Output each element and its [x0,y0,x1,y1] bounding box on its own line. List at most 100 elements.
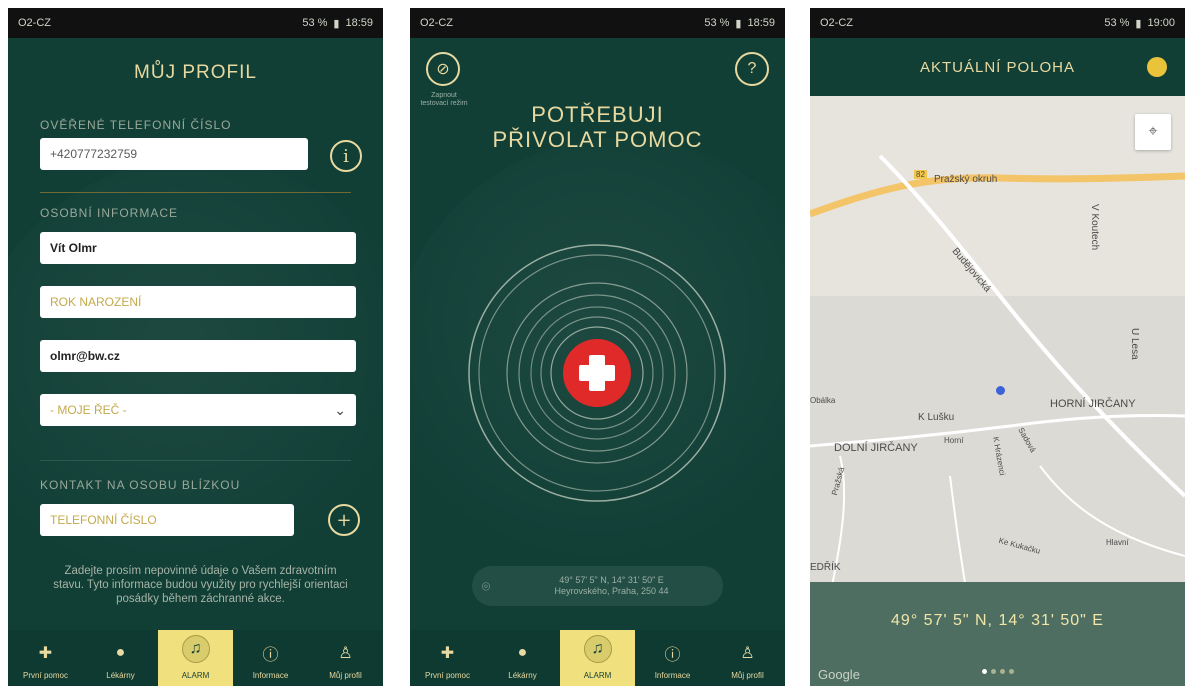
nav-label: Lékárny [106,671,135,680]
battery-percent: 53 % [1104,17,1130,29]
map-label-k-lusku: K Lušku [918,412,955,423]
email-field[interactable]: olmr@bw.cz [40,340,356,372]
nav-label: První pomoc [425,671,470,680]
chevron-down-icon: ⌄ [334,401,346,418]
nav-label: Informace [654,671,691,680]
map-label-obalka: Obálka [810,396,836,405]
my-location-button[interactable]: ⌖ [1135,114,1171,150]
background-watermark [8,158,383,618]
map-label-ring: Pražský okruh [934,174,998,185]
location-screen: O2-CZ 53 % ▮ 19:00 AKTUÁLNÍ POLOHA 82 Pr… [810,8,1185,686]
coords-text: 49° 57' 5" N, 14° 31' 50" E [559,575,664,585]
test-mode-button[interactable]: ⊘ [426,52,460,86]
nav-alarm[interactable]: ♫ ALARM [560,630,635,686]
health-notice: Zadejte prosím nepovinné údaje o Vašem z… [53,565,348,605]
name-field[interactable]: Vít Olmr [40,232,356,264]
battery-percent: 53 % [302,17,328,29]
map-label-v-kouttech: V Koutech [1089,204,1100,251]
help-button[interactable]: ? [735,52,769,86]
nav-label: Informace [252,671,289,680]
profile-content: MŮJ PROFIL OVĚŘENÉ TELEFONNÍ ČÍSLO +4207… [8,38,383,686]
page-dot [990,669,996,674]
bottom-nav: ✚ První pomoc ● Lékárny ♫ ALARM ⓘ Informace … [8,630,383,686]
info-button[interactable]: i [330,140,362,172]
current-position-marker [996,386,1005,395]
birth-year-field[interactable]: ROK NAROZENÍ [40,286,356,318]
language-select[interactable]: - MOJE ŘEČ - ⌄ [40,394,356,426]
profile-icon: ♙ [338,645,353,662]
page-title: AKTUÁLNÍ POLOHA [919,58,1076,76]
test-mode-icon: ⊘ [436,61,450,78]
nav-pharmacies[interactable]: ● Lékárny [485,630,560,686]
page-indicator [810,669,1185,674]
nav-alarm[interactable]: ♫ ALARM [158,630,233,686]
alarm-screen: O2-CZ 53 % ▮ 18:59 ⊘ Zapnout testovací r… [410,8,785,686]
highway-road [810,172,1185,218]
alarm-content: ⊘ Zapnout testovací režim ? POTŘEBUJI PŘ… [410,38,785,686]
page-dot [1008,669,1014,674]
info-icon: ⓘ [664,647,681,664]
hero-line-2: PŘIVOLAT POMOC [492,127,703,152]
map-label-hlavni: Hlavní [1106,538,1129,547]
battery-percent: 53 % [704,17,730,29]
profile-screen: O2-CZ 53 % ▮ 18:59 MŮJ PROFIL OVĚŘENÉ TE… [8,8,383,686]
page-title: MŮJ PROFIL [134,62,257,83]
map-label-horni-jircany: HORNÍ JIRČANY [1050,398,1136,410]
phone-field[interactable]: +420777232759 [40,138,308,170]
personal-info-label: OSOBNÍ INFORMACE [40,206,179,220]
map-view[interactable]: 82 Pražský okruh Budějovická V Koutech U… [810,96,1185,612]
nav-label: Můj profil [731,671,764,680]
nav-first-aid[interactable]: ✚ První pomoc [8,630,83,686]
current-location-pill[interactable]: ⌾ 49° 57' 5" N, 14° 31' 50" E Heyrovskéh… [472,566,723,606]
globe-icon[interactable] [1147,57,1167,77]
nav-my-profile[interactable]: ♙ Můj profil [710,630,785,686]
nav-pharmacies[interactable]: ● Lékárny [83,630,158,686]
pharmacy-icon: ● [517,644,528,661]
nav-label: ALARM [583,671,612,680]
nav-label: ALARM [181,671,210,680]
language-select-value: - MOJE ŘEČ - [50,403,127,417]
first-aid-kit-icon: ✚ [440,645,455,662]
alarm-button[interactable] [563,339,631,407]
add-contact-button[interactable]: + [328,504,360,536]
carrier-label: O2-CZ [420,17,453,29]
map-label-dolni-jircany: DOLNÍ JIRČANY [834,442,918,454]
help-icon: ? [747,60,757,77]
section-divider-2 [40,460,351,461]
carrier-label: O2-CZ [820,17,853,29]
page-dot [981,669,987,674]
info-icon: ⓘ [262,647,279,664]
nav-information[interactable]: ⓘ Informace [635,630,710,686]
pharmacy-icon: ● [115,644,126,661]
bottom-nav: ✚ První pomoc ● Lékárny ♫ ALARM ⓘ Informace … [410,630,785,686]
profile-icon: ♙ [740,645,755,662]
first-aid-kit-icon: ✚ [38,645,53,662]
contact-phone-field[interactable]: TELEFONNÍ ČÍSLO [40,504,294,536]
bell-icon: ♫ [181,635,210,663]
nav-label: Můj profil [329,671,362,680]
hero-line-1: POTŘEBUJI [531,102,664,127]
status-bar: O2-CZ 53 % ▮ 18:59 [8,8,383,38]
clock: 18:59 [747,17,775,29]
clock: 18:59 [345,17,373,29]
cross-icon-horizontal [579,365,615,381]
bell-icon: ♫ [583,635,612,663]
clock: 19:00 [1147,17,1175,29]
coords-footer: 49° 57' 5" N, 14° 31' 50" E Google [810,582,1185,686]
map-label-dobrik: EDŘÍK [810,562,841,573]
verified-phone-label: OVĚŘENÉ TELEFONNÍ ČÍSLO [40,118,232,132]
info-icon: i [343,145,349,167]
nav-my-profile[interactable]: ♙ Můj profil [308,630,383,686]
plus-icon: + [336,509,352,531]
battery-icon: ▮ [735,17,742,30]
location-header: AKTUÁLNÍ POLOHA [810,38,1185,96]
status-bar: O2-CZ 53 % ▮ 18:59 [410,8,785,38]
crosshair-icon: ⌖ [1148,123,1158,140]
map-label-u-lesa: U Lesa [1129,328,1140,360]
route-number: 82 [914,170,927,179]
nav-first-aid[interactable]: ✚ První pomoc [410,630,485,686]
page-dot [999,669,1005,674]
nav-information[interactable]: ⓘ Informace [233,630,308,686]
address-text: Heyrovského, Praha, 250 44 [554,586,669,596]
carrier-label: O2-CZ [18,17,51,29]
